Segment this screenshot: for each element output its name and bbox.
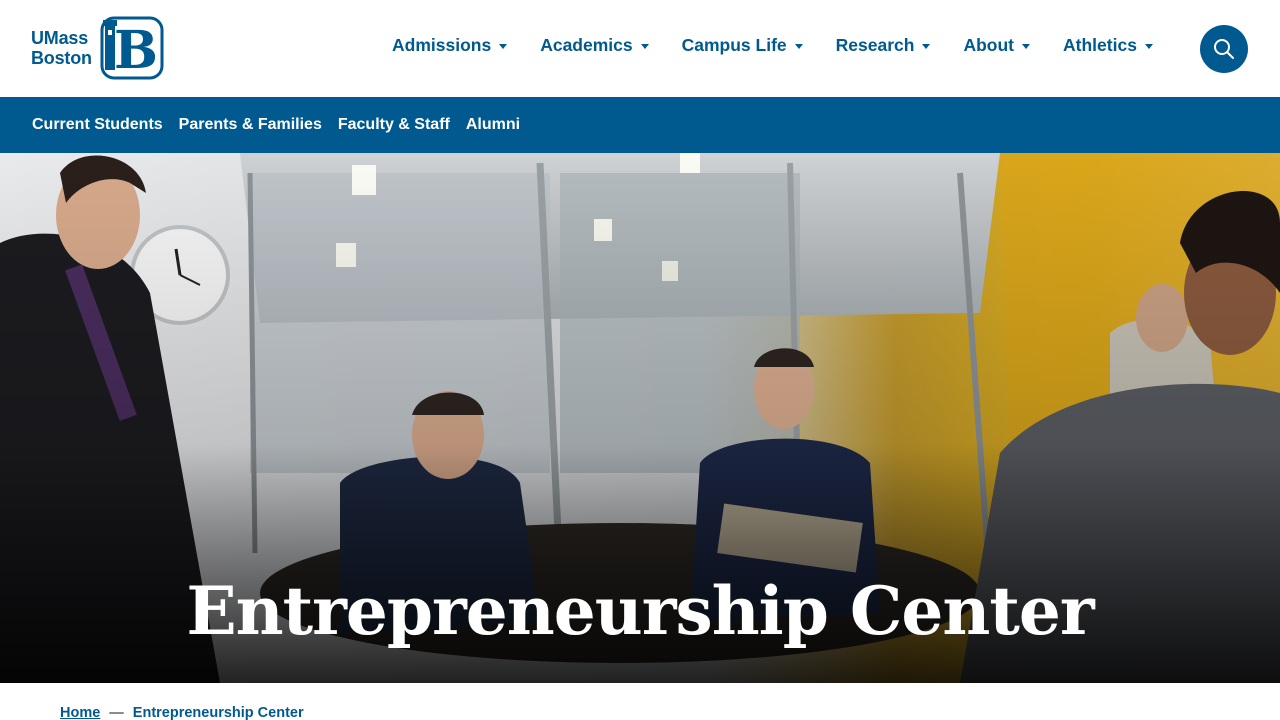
hero-banner: Entrepreneurship Center: [0, 153, 1280, 683]
nav-campus-life-label: Campus Life: [681, 34, 787, 55]
nav-athletics-label: Athletics: [1063, 34, 1137, 55]
nav-academics-label: Academics: [540, 34, 633, 55]
umass-boston-logo[interactable]: UMass Boston B: [31, 16, 165, 80]
chevron-down-icon: [794, 43, 803, 49]
nav-athletics[interactable]: Athletics: [1063, 35, 1153, 56]
nav-research-label: Research: [835, 34, 915, 55]
audience-link-parents-families[interactable]: Parents & Families: [179, 116, 322, 134]
nav-admissions-label: Admissions: [392, 34, 492, 55]
main-navigation: Admissions Academics Campus Life Researc…: [392, 33, 1153, 57]
search-icon: [1214, 39, 1234, 59]
logo-line-2: Boston: [31, 48, 92, 68]
nav-admissions[interactable]: Admissions: [392, 34, 508, 56]
audience-link-current-students[interactable]: Current Students: [32, 116, 163, 134]
search-button[interactable]: [1200, 25, 1248, 73]
chevron-down-icon: [499, 43, 508, 49]
chevron-down-icon: [1022, 43, 1031, 49]
page-title: Entrepreneurship Center: [186, 572, 1094, 650]
nav-research[interactable]: Research: [836, 35, 931, 56]
chevron-down-icon: [922, 43, 931, 49]
chevron-down-icon: [1144, 43, 1153, 49]
breadcrumb-home-link[interactable]: Home: [60, 705, 100, 720]
audience-link-alumni[interactable]: Alumni: [466, 116, 520, 134]
site-header: UMass Boston B Admissions Academics Camp…: [0, 0, 1280, 97]
logo-letter: B: [114, 20, 158, 80]
audience-navigation: Current Students Parents & Families Facu…: [0, 97, 1280, 153]
audience-link-faculty-staff[interactable]: Faculty & Staff: [338, 116, 450, 134]
logo-b-mark-icon: B: [100, 16, 164, 80]
chevron-down-icon: [640, 43, 649, 49]
logo-wordmark: UMass Boston: [31, 28, 92, 68]
nav-about[interactable]: About: [963, 34, 1031, 56]
breadcrumb: Home — Entrepreneurship Center: [60, 703, 304, 720]
nav-campus-life[interactable]: Campus Life: [682, 35, 803, 56]
breadcrumb-current: Entrepreneurship Center: [132, 705, 304, 720]
nav-about-label: About: [963, 34, 1015, 55]
nav-academics[interactable]: Academics: [540, 34, 649, 56]
breadcrumb-separator: —: [109, 705, 124, 720]
logo-line-1: UMass: [31, 28, 89, 48]
